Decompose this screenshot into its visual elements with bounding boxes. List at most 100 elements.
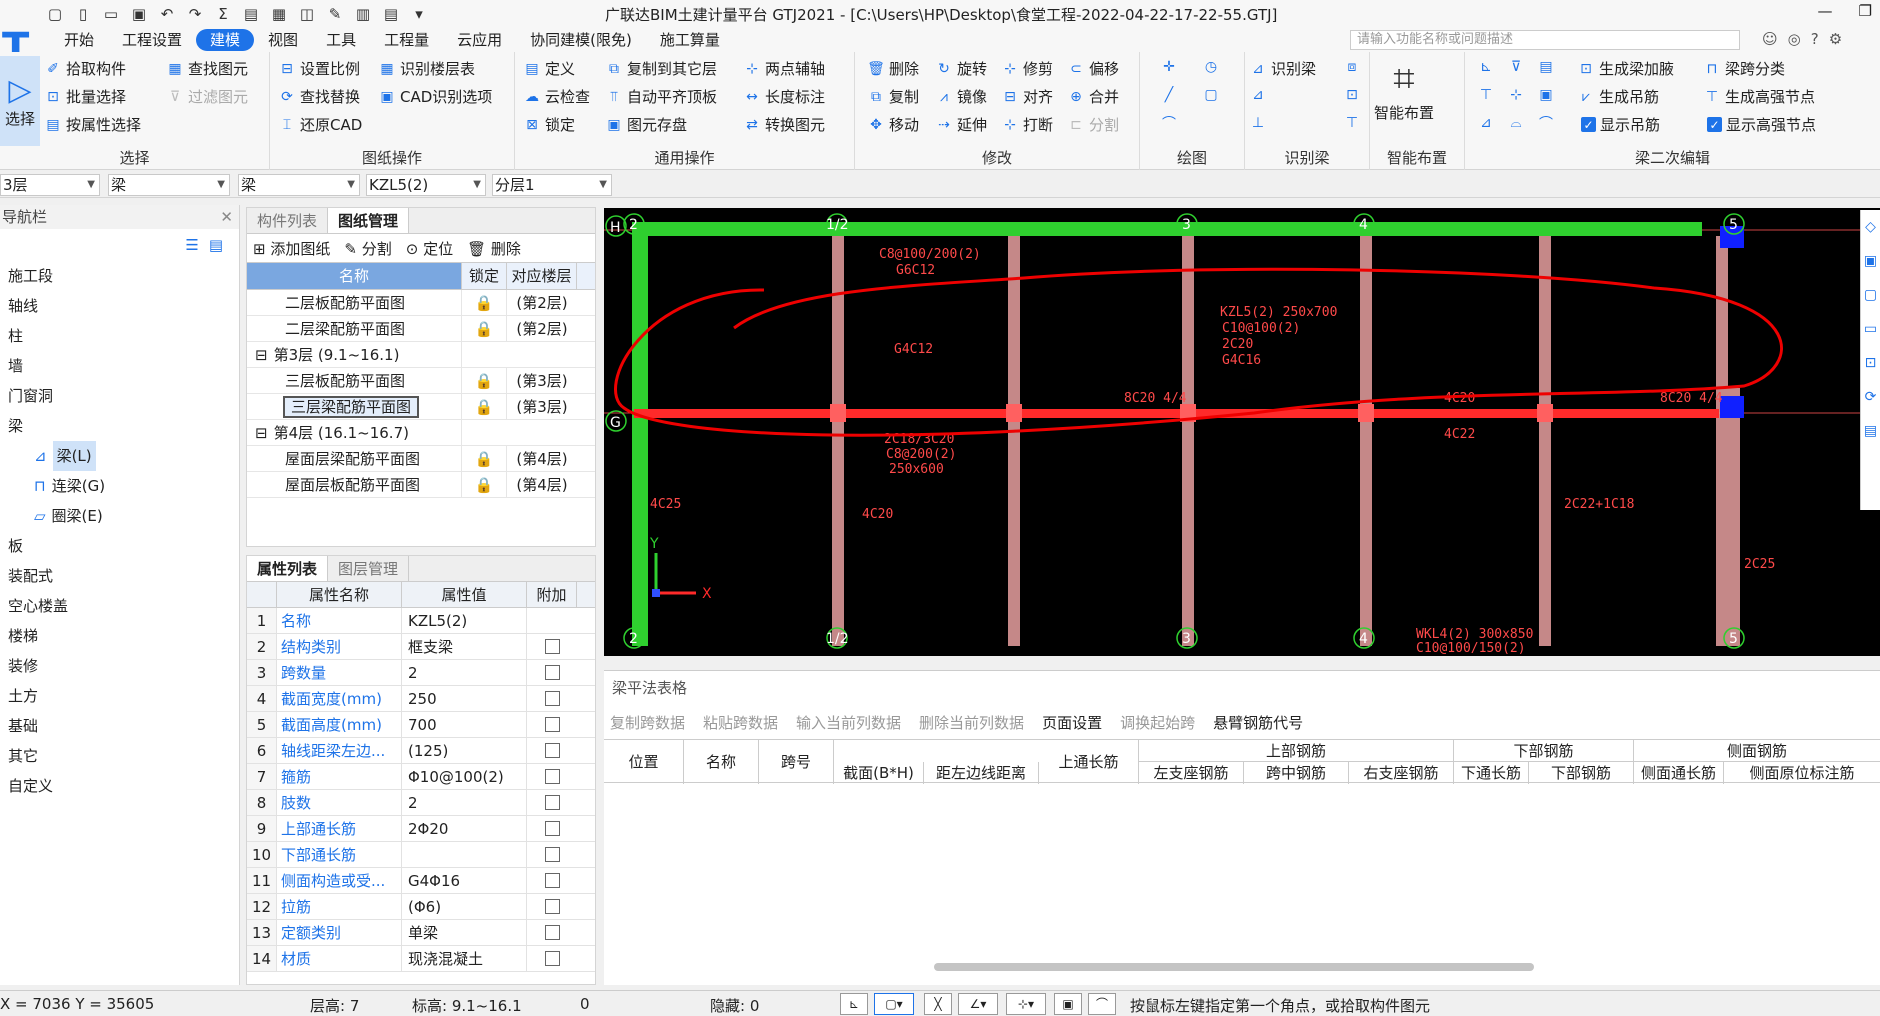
save-element-button[interactable]: ▣ 图元存盘 [605,114,687,135]
chat-icon[interactable]: ◎ [1788,30,1801,48]
auto-align-button[interactable]: ⫪ 自动平齐顶板 [605,86,717,107]
col-bottom-bars[interactable]: 下部钢筋 [1529,762,1634,784]
beam-table-tool[interactable]: 删除当前列数据 [919,712,1024,733]
lock-icon[interactable]: 🔒 [462,472,507,497]
property-row[interactable]: 9 上部通长筋 2Φ20 [247,816,595,842]
floor-dropdown[interactable]: 3层 ▼ [0,174,100,196]
beam-edit-tool-2[interactable]: ⊽ [1507,58,1525,76]
attach-checkbox[interactable] [544,873,560,888]
select-by-property-button[interactable]: ▤ 按属性选择 [44,114,141,135]
type-dropdown[interactable]: 梁 ▼ [238,174,360,196]
table-icon[interactable]: ▤ [380,4,402,24]
open-folder-icon[interactable]: ▭ [100,4,122,24]
pen-icon[interactable]: ✎ [324,4,346,24]
snap-toggle[interactable]: ▢▾ [874,993,914,1015]
user-icon[interactable]: ☺ [1762,30,1778,48]
search-input[interactable]: 请输入功能名称或问题描述 [1350,30,1740,50]
nav-item[interactable]: 楼梯 [0,621,239,651]
beam-table-tool[interactable]: 页面设置 [1042,712,1102,733]
attach-checkbox[interactable] [544,717,560,732]
attach-checkbox[interactable] [544,743,560,758]
component-dropdown[interactable]: KZL5(2) ▼ [366,174,486,196]
drawing-row[interactable]: 三层梁配筋平面图 🔒 (第3层) [247,394,595,420]
beam-edit-tool-7[interactable]: ⊿ [1477,114,1495,132]
break-button[interactable]: ⊹ 打断 [1001,114,1053,135]
undo-icon[interactable]: ↶ [156,4,178,24]
new-icon[interactable]: ▯ [72,4,94,24]
beam-tool-a[interactable]: ⧈ [1343,58,1361,76]
beam-tool-d[interactable]: ⊥ [1249,114,1267,132]
nav-item[interactable]: 墙 [0,351,239,381]
collapse-icon[interactable]: ⊟ [255,424,268,442]
smart-layout-button[interactable]: ⌗ 智能布置 [1374,56,1434,123]
property-value[interactable] [402,842,527,867]
close-icon[interactable]: ✕ [220,205,233,229]
menu-0[interactable]: 开始 [50,29,108,51]
nav-item[interactable]: 轴线 [0,291,239,321]
arc-toggle[interactable]: ⌒ [1088,993,1116,1015]
beam-table-tool[interactable]: 悬臂钢筋代号 [1213,712,1303,733]
offset-toggle[interactable]: ⊹▾ [1006,993,1046,1015]
beam-table-tool[interactable]: 输入当前列数据 [796,712,901,733]
col-top-continuous[interactable]: 上通长筋 [1039,740,1139,784]
property-value[interactable]: 2 [402,660,527,685]
attach-checkbox[interactable] [544,925,560,940]
collapse-icon[interactable]: ⊟ [255,346,268,364]
length-dimension-button[interactable]: ↔ 长度标注 [743,86,825,107]
drawing-row[interactable]: 屋面层梁配筋平面图 🔒 (第4层) [247,446,595,472]
col-side-continuous[interactable]: 侧面通长筋 [1634,762,1724,784]
beam-kzl5-highlight[interactable] [634,409,1719,418]
convert-element-button[interactable]: ⇄ 转换图元 [743,114,825,135]
add-drawing-button[interactable]: ⊞ 添加图纸 [253,238,330,259]
move-button[interactable]: ✥ 移动 [867,114,919,135]
rect-tool[interactable]: ▢ [1202,86,1220,104]
lock-icon[interactable]: 🔒 [462,290,507,315]
two-point-axis-button[interactable]: ⊹ 两点辅轴 [743,58,825,79]
property-value[interactable]: 2 [402,790,527,815]
filter-element-button[interactable]: ⊽ 过滤图元 [166,86,248,107]
col-bottom-continuous[interactable]: 下通长筋 [1454,762,1529,784]
property-value[interactable]: 700 [402,712,527,737]
view-frame-icon[interactable]: ▢ [1861,278,1880,312]
beam-edit-tool-8[interactable]: ⌓ [1507,114,1525,132]
attach-checkbox[interactable] [544,665,560,680]
new-file-icon[interactable]: ▢ [44,4,66,24]
cloud-check-button[interactable]: ☁ 云检查 [523,86,590,107]
report-icon[interactable]: ▤ [240,4,262,24]
align-button[interactable]: ⊟ 对齐 [1001,86,1053,107]
restore-cad-button[interactable]: ⌶ 还原CAD [278,114,363,135]
cad-drawing[interactable]: 2 1/2 3 4 5 2 1/2 3 4 5 H G C8@100/200(2… [604,208,1880,656]
drawing-row[interactable]: 二层板配筋平面图 🔒 (第2层) [247,290,595,316]
property-row[interactable]: 12 拉筋 (Φ6) [247,894,595,920]
property-value[interactable]: G4Φ16 [402,868,527,893]
property-value[interactable]: (125) [402,738,527,763]
locate-button[interactable]: ⊙ 定位 [406,238,453,259]
property-value[interactable]: 单梁 [402,920,527,945]
property-value[interactable]: 现浇混凝土 [402,946,527,971]
offset-button[interactable]: ⊂ 偏移 [1067,58,1119,79]
sum-icon[interactable]: Σ [212,4,234,24]
ortho-toggle[interactable]: ⊾ [840,993,868,1015]
col-side-original[interactable]: 侧面原位标注筋 [1724,762,1880,784]
lock-icon[interactable]: 🔒 [462,316,507,341]
property-value[interactable]: Φ10@100(2) [402,764,527,789]
beam-edit-tool-1[interactable]: ⊾ [1477,58,1495,76]
property-row[interactable]: 4 截面宽度(mm) 250 [247,686,595,712]
find-replace-button[interactable]: ⟳ 查找替换 [278,86,360,107]
beam-tool-b[interactable]: ⊿ [1249,86,1267,104]
tab-property-list[interactable]: 属性列表 [247,556,329,581]
copy-to-floor-button[interactable]: ⧉ 复制到其它层 [605,58,717,79]
display-toggle[interactable]: ▣ [1054,993,1082,1015]
cross-toggle[interactable]: ╳ [924,993,952,1015]
nav-item[interactable]: 空心楼盖 [0,591,239,621]
rotate-button[interactable]: ↻ 旋转 [935,58,987,79]
menu-5[interactable]: 工程量 [370,29,443,51]
beam-edit-tool-5[interactable]: ⊹ [1507,86,1525,104]
cad-options-button[interactable]: ▣ CAD识别选项 [378,86,492,107]
gen-hanger-button[interactable]: ⩗ 生成吊筋 [1577,86,1659,107]
nav-item[interactable]: 板 [0,531,239,561]
merge-button[interactable]: ⊕ 合并 [1067,86,1119,107]
property-row[interactable]: 5 截面高度(mm) 700 [247,712,595,738]
col-lock[interactable]: 锁定 [462,263,507,289]
view-icon[interactable]: ◫ [296,4,318,24]
